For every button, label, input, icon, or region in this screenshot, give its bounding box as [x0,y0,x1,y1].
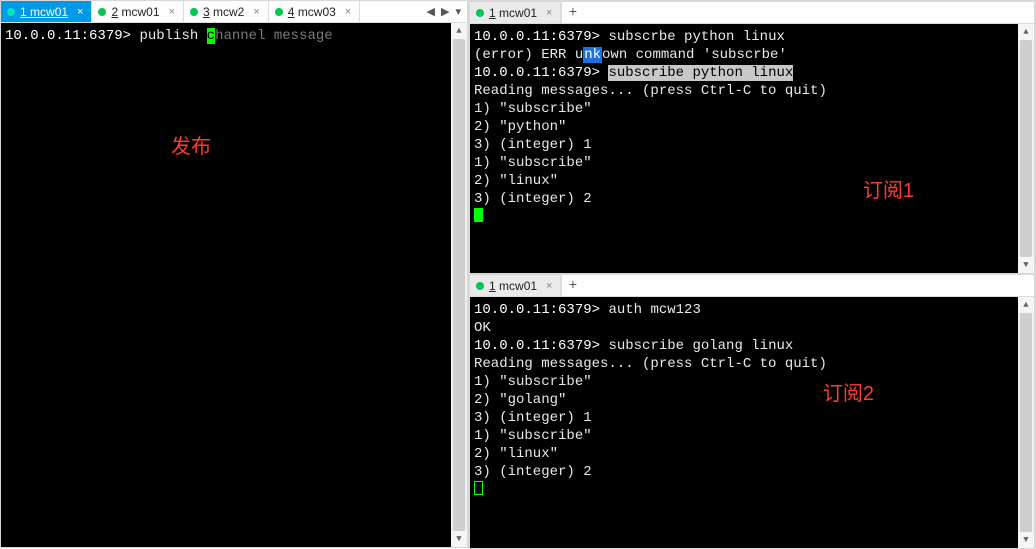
prompt: 10.0.0.11:6379> [5,28,131,44]
out: (error) ERR u [474,47,583,63]
out: 1) "subscribe" [474,374,592,390]
cursor [474,208,483,222]
scroll-thumb[interactable] [1020,40,1032,257]
new-tab-button[interactable]: + [561,2,583,23]
close-icon[interactable]: × [77,6,83,18]
status-dot-icon [476,282,484,290]
prompt: 10.0.0.11:6379> [474,338,600,354]
tabbar-left: 1 mcw01 × 2 mcw01 × 3 mcw2 × 4 mcw03 × ◀… [1,1,467,23]
scrollbar[interactable]: ▲ ▼ [1018,24,1034,273]
tab-overflow-arrows[interactable]: ◀ ▶ ▾ [421,1,467,22]
scroll-down-icon[interactable]: ▼ [1018,257,1034,273]
ghost-hint: hannel message [215,28,333,44]
terminal-right-top[interactable]: 10.0.0.11:6379> subscrbe python linux (e… [470,24,1034,273]
pane-right-bottom: 1 mcw01 × + 10.0.0.11:6379> auth mcw123 … [469,274,1035,549]
out: 2) "linux" [474,446,558,462]
status-dot-icon [190,8,198,16]
tab-label: 3 mcw2 [203,5,244,19]
status-dot-icon [98,8,106,16]
out: 1) "subscribe" [474,155,592,171]
scroll-thumb[interactable] [1020,313,1032,532]
status-dot-icon [476,9,484,17]
tab-left-4[interactable]: 4 mcw03 × [269,1,360,22]
out: 3) (integer) 1 [474,410,592,426]
scroll-track[interactable] [451,39,467,531]
tab-left-1[interactable]: 1 mcw01 × [1,1,92,22]
scrollbar[interactable]: ▲ ▼ [1018,297,1034,548]
terminal-right-bottom[interactable]: 10.0.0.11:6379> auth mcw123 OK 10.0.0.11… [470,297,1034,548]
tab-left-3[interactable]: 3 mcw2 × [184,1,269,22]
tab-rb-1[interactable]: 1 mcw01 × [470,275,561,296]
prompt: 10.0.0.11:6379> [474,302,600,318]
scroll-up-icon[interactable]: ▲ [1018,297,1034,313]
scroll-track[interactable] [1018,40,1034,257]
out: 2) "python" [474,119,566,135]
out: 3) (integer) 1 [474,137,592,153]
scroll-track[interactable] [1018,313,1034,532]
prompt: 10.0.0.11:6379> [474,65,600,81]
close-icon[interactable]: × [546,7,552,19]
status-dot-icon [275,8,283,16]
pane-right-column: 1 mcw01 × + 10.0.0.11:6379> subscrbe pyt… [468,0,1036,548]
typed-text: publish [139,28,206,44]
chevron-left-icon[interactable]: ◀ [427,5,435,19]
scroll-down-icon[interactable]: ▼ [1018,532,1034,548]
out: 2) "golang" [474,392,566,408]
tabbar-right-bottom: 1 mcw01 × + [470,275,1034,297]
chevron-right-icon[interactable]: ▶ [441,5,449,19]
annotation-sub1: 订阅1 [863,182,914,200]
scroll-thumb[interactable] [453,39,465,531]
scroll-up-icon[interactable]: ▲ [451,23,467,39]
out: Reading messages... (press Ctrl-C to qui… [474,356,827,372]
out: OK [474,320,491,336]
cmd: subscribe golang linux [608,338,793,354]
scroll-down-icon[interactable]: ▼ [451,531,467,547]
annotation-sub2: 订阅2 [823,385,874,403]
tab-label: 1 mcw01 [20,5,68,19]
out: own command 'subscrbe' [602,47,787,63]
status-dot-icon [7,8,15,16]
close-icon[interactable]: × [345,6,351,18]
out: 2) "linux" [474,173,558,189]
tab-label: 1 mcw01 [489,6,537,20]
search-highlight: nk [583,47,602,63]
out: 3) (integer) 2 [474,191,592,207]
tab-rt-1[interactable]: 1 mcw01 × [470,2,561,23]
pane-left: 1 mcw01 × 2 mcw01 × 3 mcw2 × 4 mcw03 × ◀… [0,0,468,548]
tab-label: 1 mcw01 [489,279,537,293]
out: 1) "subscribe" [474,428,592,444]
scroll-up-icon[interactable]: ▲ [1018,24,1034,40]
cmd: auth mcw123 [608,302,700,318]
close-icon[interactable]: × [546,280,552,292]
tab-left-2[interactable]: 2 mcw01 × [92,1,183,22]
close-icon[interactable]: × [253,6,259,18]
out: 3) (integer) 2 [474,464,592,480]
annotation-publish: 发布 [171,138,211,156]
cursor [474,481,483,495]
app-root: 1 mcw01 × 2 mcw01 × 3 mcw2 × 4 mcw03 × ◀… [0,0,1036,548]
pane-right-top: 1 mcw01 × + 10.0.0.11:6379> subscrbe pyt… [469,1,1035,274]
out: 1) "subscribe" [474,101,592,117]
out: Reading messages... (press Ctrl-C to qui… [474,83,827,99]
tab-label: 4 mcw03 [288,5,336,19]
terminal-left[interactable]: 10.0.0.11:6379> publish channel message … [1,23,467,547]
tab-label: 2 mcw01 [111,5,159,19]
scrollbar[interactable]: ▲ ▼ [451,23,467,547]
cmd: subscrbe python linux [608,29,784,45]
prompt: 10.0.0.11:6379> [474,29,600,45]
close-icon[interactable]: × [169,6,175,18]
selected-text: subscribe python linux [608,65,793,81]
chevron-down-icon[interactable]: ▾ [455,5,461,19]
new-tab-button[interactable]: + [561,275,583,296]
tabbar-right-top: 1 mcw01 × + [470,2,1034,24]
cursor: c [207,28,215,44]
